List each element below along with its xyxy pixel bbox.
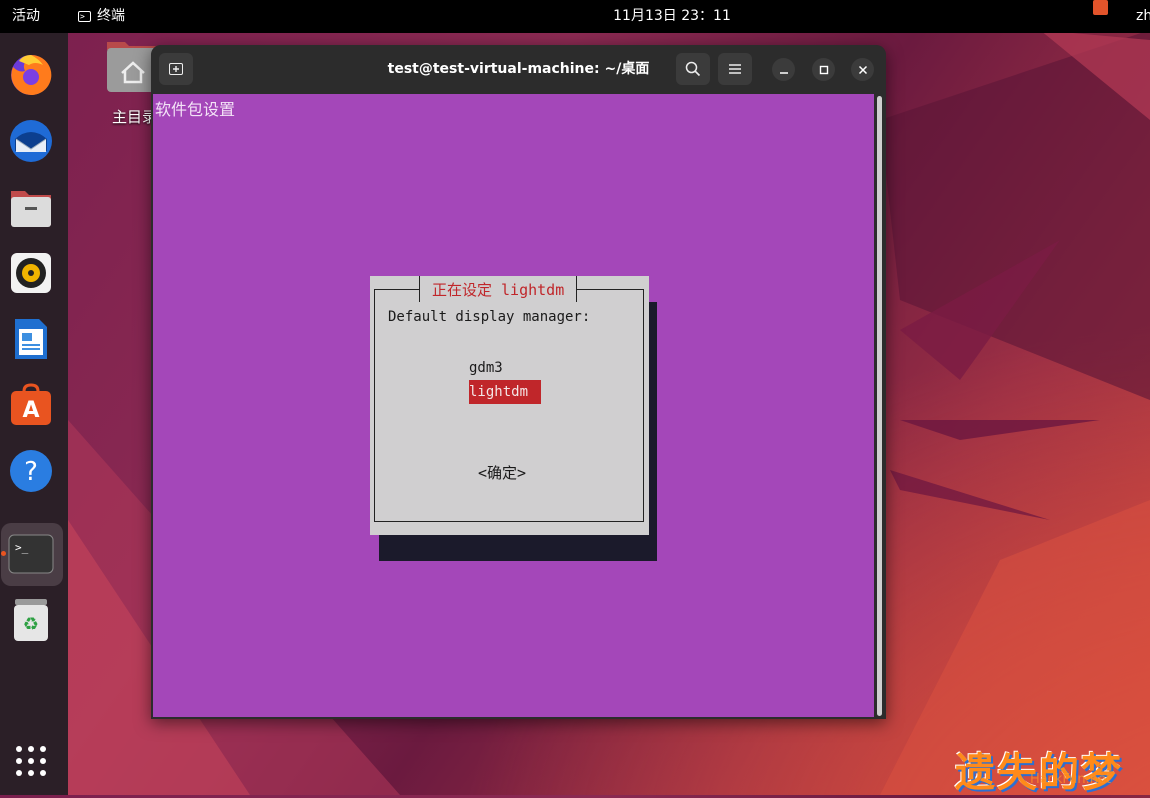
minimize-icon <box>779 71 788 74</box>
maximize-button[interactable] <box>812 58 835 81</box>
option-lightdm-selected[interactable]: lightdm <box>469 380 541 404</box>
clock[interactable]: 11月13日 23：11 <box>0 0 1150 33</box>
close-icon <box>858 65 867 74</box>
hamburger-menu-icon <box>729 64 741 74</box>
new-tab-button[interactable] <box>159 53 193 85</box>
scrollbar[interactable] <box>874 94 886 719</box>
terminal-window: test@test-virtual-machine: ~/桌面 软件包设置 正在… <box>151 45 886 719</box>
files-icon[interactable] <box>8 184 54 230</box>
terminal-app-icon[interactable]: >_ <box>8 531 54 577</box>
terminal-content[interactable]: 软件包设置 正在设定 lightdm Default display manag… <box>153 94 874 717</box>
watermark-logo: 遗失的梦 <box>955 750 1123 796</box>
dialog-title: 正在设定 lightdm <box>419 276 578 302</box>
search-button[interactable] <box>676 53 710 85</box>
svg-text:A: A <box>22 398 39 423</box>
maximize-icon <box>819 65 828 74</box>
ok-button[interactable]: <确定> <box>478 462 526 483</box>
terminal-headerbar: test@test-virtual-machine: ~/桌面 <box>151 45 886 94</box>
debconf-dialog: 正在设定 lightdm Default display manager: gd… <box>370 276 649 535</box>
show-apps-grid-icon[interactable] <box>8 738 54 784</box>
menu-button[interactable] <box>718 53 752 85</box>
trash-icon[interactable]: ♻ <box>8 597 54 643</box>
dock: A ? >_ ♻ <box>0 33 68 795</box>
watermark-subtext: HackFun.net <box>1030 772 1112 787</box>
tray-app-icon[interactable] <box>1093 0 1108 15</box>
scrollbar-thumb[interactable] <box>877 96 882 716</box>
app-center-icon[interactable]: A <box>8 382 54 428</box>
svg-text:♻: ♻ <box>23 614 39 635</box>
rhythmbox-icon[interactable] <box>8 250 54 296</box>
input-language-indicator[interactable]: zh <box>1136 0 1150 33</box>
minimize-button[interactable] <box>772 58 795 81</box>
svg-text:>_: >_ <box>15 541 29 554</box>
search-icon <box>685 61 701 77</box>
help-icon[interactable]: ? <box>8 448 54 494</box>
firefox-icon[interactable] <box>8 52 54 98</box>
svg-text:?: ? <box>24 457 38 487</box>
running-indicator <box>1 551 6 556</box>
package-config-header: 软件包设置 <box>155 100 236 119</box>
option-gdm3[interactable]: gdm3 <box>469 356 503 380</box>
libreoffice-writer-icon[interactable] <box>8 316 54 362</box>
thunderbird-icon[interactable] <box>8 118 54 164</box>
top-bar: 活动 > 终端 11月13日 23：11 zh <box>0 0 1150 33</box>
close-button[interactable] <box>851 58 874 81</box>
dialog-prompt: Default display manager: <box>388 309 591 325</box>
new-tab-icon <box>169 63 183 75</box>
